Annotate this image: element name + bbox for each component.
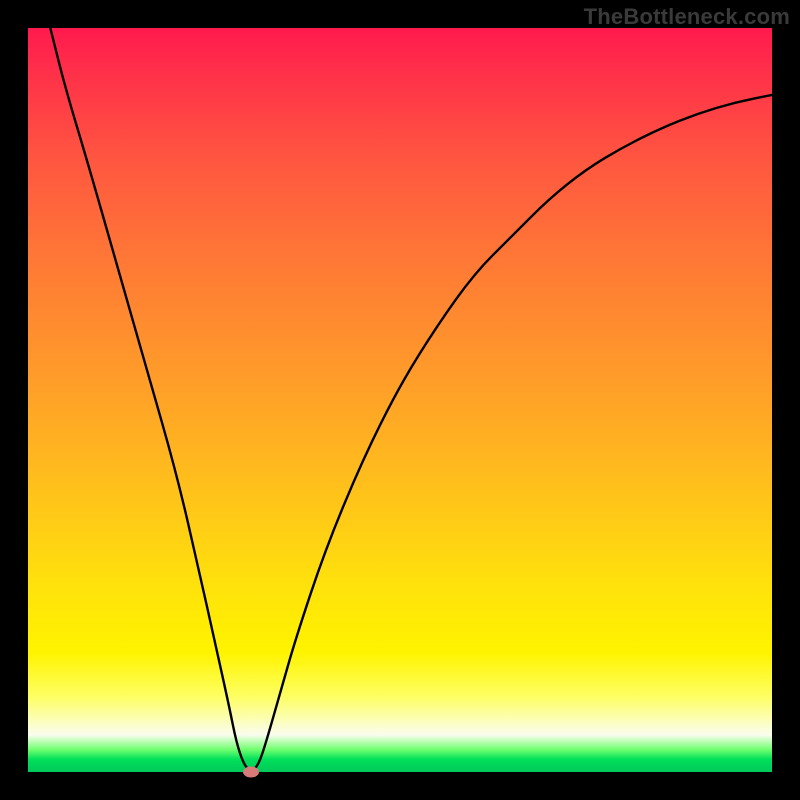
minimum-marker (243, 767, 259, 778)
curve-path (50, 28, 772, 770)
bottleneck-curve (28, 28, 772, 772)
watermark-text: TheBottleneck.com (584, 4, 790, 30)
plot-area (28, 28, 772, 772)
chart-frame: TheBottleneck.com (0, 0, 800, 800)
